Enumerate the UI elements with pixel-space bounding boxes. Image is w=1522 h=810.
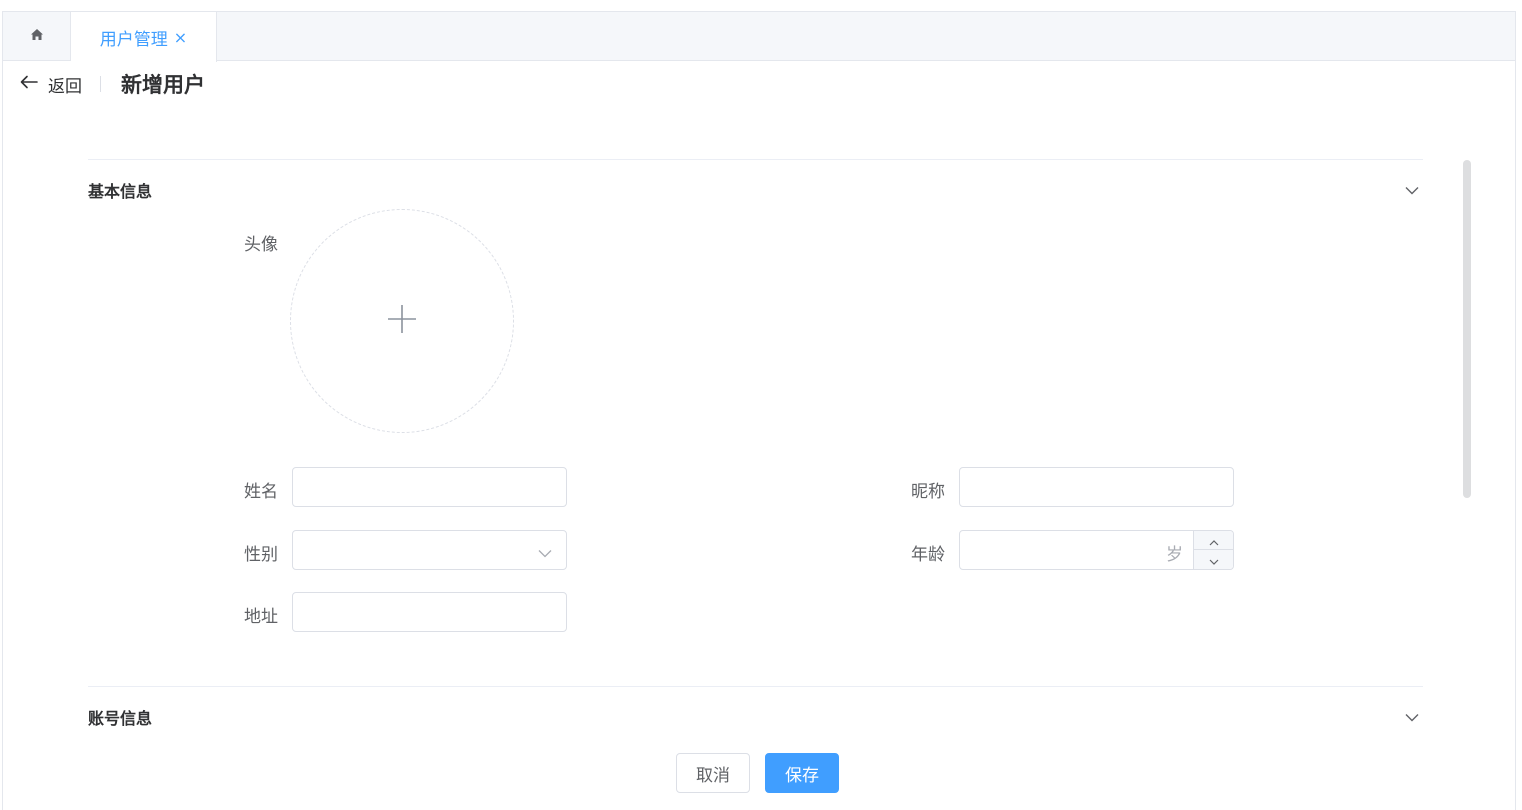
age-input[interactable]: 岁 (959, 530, 1234, 570)
tab-bar: 用户管理 × (3, 12, 1515, 62)
back-label: 返回 (48, 76, 82, 97)
avatar-label: 头像 (244, 235, 278, 255)
name-label: 姓名 (244, 482, 278, 502)
nickname-input[interactable] (959, 467, 1234, 507)
section-basic-title: 基本信息 (88, 182, 153, 201)
page-frame: 用户管理 × (2, 11, 1516, 810)
age-label: 年龄 (911, 545, 945, 565)
back-button[interactable]: 返回 (20, 72, 82, 97)
cancel-button[interactable]: 取消 (676, 753, 750, 793)
tab-user-management[interactable]: 用户管理 × (71, 12, 217, 62)
address-label: 地址 (244, 607, 278, 627)
scrollbar[interactable] (1463, 160, 1471, 498)
age-stepper (1193, 531, 1234, 569)
chevron-down-icon[interactable] (1401, 706, 1423, 728)
decrease-button[interactable] (1194, 550, 1234, 569)
home-icon (30, 27, 44, 46)
plus-icon (387, 304, 417, 338)
chevron-up-icon (1209, 531, 1219, 550)
save-button[interactable]: 保存 (765, 753, 839, 793)
section-divider (88, 686, 1423, 687)
page-title: 新增用户 (121, 73, 205, 97)
section-basic-header[interactable]: 基本信息 (88, 175, 1423, 205)
page-header: 返回 新增用户 (20, 70, 205, 98)
section-account-title: 账号信息 (88, 709, 153, 728)
gender-label: 性别 (244, 545, 278, 565)
section-account-header[interactable]: 账号信息 (88, 702, 1423, 732)
form-footer: 取消 保存 (676, 753, 839, 793)
nickname-label: 昵称 (911, 482, 945, 502)
close-icon[interactable]: × (174, 28, 187, 47)
gender-select[interactable] (292, 530, 567, 570)
tab-label: 用户管理 (99, 29, 168, 50)
address-input[interactable] (292, 592, 567, 632)
tab-home[interactable] (3, 12, 71, 61)
chevron-down-icon (538, 543, 552, 562)
chevron-down-icon (1209, 550, 1219, 569)
arrow-left-icon (20, 74, 38, 94)
name-input[interactable] (292, 467, 567, 507)
chevron-down-icon[interactable] (1401, 179, 1423, 201)
avatar-uploader[interactable] (290, 209, 514, 433)
header-divider (100, 76, 101, 92)
age-suffix: 岁 (1166, 545, 1183, 565)
increase-button[interactable] (1194, 531, 1234, 550)
section-divider (88, 159, 1423, 160)
